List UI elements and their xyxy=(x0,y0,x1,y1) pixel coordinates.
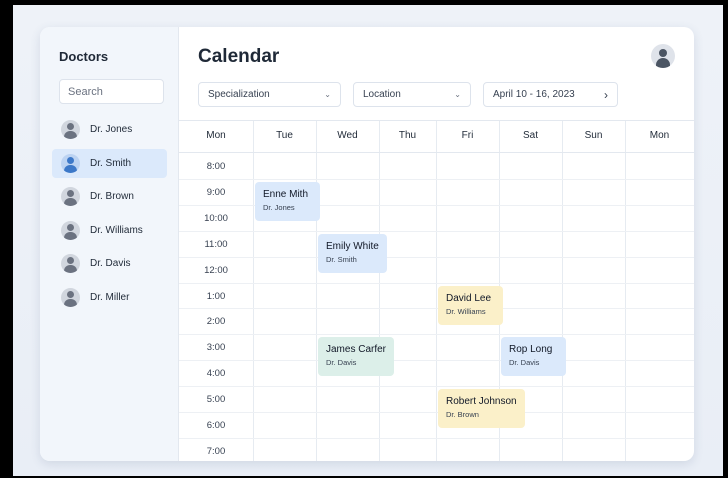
day-header: Sun xyxy=(584,130,603,141)
location-select-label: Location xyxy=(363,89,401,100)
doctor-item[interactable]: Dr. Jones xyxy=(52,115,167,144)
grid-row-line xyxy=(179,386,694,388)
time-label: 5:00 xyxy=(206,394,226,406)
grid-column-line xyxy=(316,120,317,461)
appointment-patient: Rop Long xyxy=(509,344,553,356)
grid-row-line xyxy=(179,256,694,258)
doctor-avatar-icon xyxy=(61,287,80,307)
time-label: 2:00 xyxy=(206,316,226,328)
appointment-patient: David Lee xyxy=(446,292,492,304)
doctor-item[interactable]: Dr. Davis xyxy=(52,249,167,278)
doctor-name: Dr. Miller xyxy=(90,291,130,303)
appointment-card[interactable]: Emily White Dr. Smith xyxy=(318,233,387,273)
location-select[interactable]: Location ⌄ xyxy=(353,82,471,107)
day-header: Thu xyxy=(398,130,417,141)
appointment-patient: James Carfer xyxy=(326,344,387,356)
doctors-sidebar: Doctors Dr. Jones Dr. Smith Dr. Brown Dr. W… xyxy=(40,27,179,461)
chevron-right-icon[interactable]: › xyxy=(604,88,608,102)
appointment-doctor: Dr. Jones xyxy=(263,202,295,212)
doctor-name: Dr. Smith xyxy=(90,157,132,169)
appointment-card[interactable]: Robert Johnson Dr. Brown xyxy=(438,389,525,429)
time-label: 3:00 xyxy=(206,342,226,354)
day-header: Wed xyxy=(337,130,358,141)
date-range-label: April 10 - 16, 2023 xyxy=(493,89,575,100)
doctor-name: Dr. Jones xyxy=(90,124,133,135)
time-label: 11:00 xyxy=(204,238,228,250)
search-input[interactable] xyxy=(59,79,164,104)
time-label: 4:00 xyxy=(206,368,226,380)
doctor-name: Dr. Brown xyxy=(90,191,134,202)
date-range-picker[interactable]: April 10 - 16, 2023 › xyxy=(483,82,618,107)
page-title: Calendar xyxy=(198,46,280,67)
appointment-doctor: Dr. Davis xyxy=(509,358,540,368)
day-header: Mon xyxy=(206,130,226,141)
specialization-select[interactable]: Specialization ⌄ xyxy=(198,82,341,107)
day-header: Fri xyxy=(461,130,474,141)
day-header: Sat xyxy=(522,130,538,141)
doctor-item[interactable]: Dr. Williams xyxy=(52,216,167,245)
time-label: 6:00 xyxy=(206,420,226,431)
grid-row-line xyxy=(179,437,694,439)
day-header: Mon xyxy=(649,130,670,141)
grid-row-line xyxy=(179,178,694,180)
user-avatar-icon[interactable] xyxy=(651,44,675,68)
grid-column-line xyxy=(379,120,380,461)
grid-row-line xyxy=(179,334,694,336)
calendar-grid: Mon Tue Wed Thu Fri Sat Sun Mon 8:00 9:00 10:00 11:… xyxy=(179,120,694,461)
doctor-item[interactable]: Dr. Brown xyxy=(52,182,167,211)
appointment-patient: Emily White xyxy=(326,240,379,252)
appointment-patient: Enne Mith xyxy=(263,188,309,200)
grid-header-line xyxy=(179,152,694,153)
appointment-card[interactable]: David Lee Dr. Williams xyxy=(438,285,503,325)
time-label: 8:00 xyxy=(206,161,226,172)
sidebar-title: Doctors xyxy=(59,49,109,64)
doctor-avatar-icon xyxy=(61,187,80,206)
grid-column-line xyxy=(562,120,563,461)
chevron-down-icon: ⌄ xyxy=(324,90,331,99)
doctor-avatar-icon xyxy=(61,254,80,273)
doctor-item[interactable]: Dr. Miller xyxy=(52,283,167,312)
doctor-name: Dr. Davis xyxy=(90,258,131,269)
appointment-card[interactable]: Enne Mith Dr. Jones xyxy=(255,181,320,221)
doctor-avatar-icon xyxy=(61,153,80,173)
grid-row-line xyxy=(179,360,694,362)
time-label: 1:00 xyxy=(206,290,226,302)
doctor-avatar-icon xyxy=(61,220,80,240)
grid-column-line xyxy=(436,120,437,461)
time-label: 7:00 xyxy=(206,445,226,457)
appointment-card[interactable]: James Carfer Dr. Davis xyxy=(318,337,395,377)
appointment-card[interactable]: Rop Long Dr. Davis xyxy=(501,337,566,377)
grid-row-line xyxy=(179,308,694,310)
doctor-list: Dr. Jones Dr. Smith Dr. Brown Dr. Williams D… xyxy=(52,115,167,316)
appointment-doctor: Dr. Williams xyxy=(446,306,486,316)
grid-top-line xyxy=(179,120,694,121)
specialization-select-label: Specialization xyxy=(208,89,270,100)
grid-row-line xyxy=(179,282,694,284)
doctor-item[interactable]: Dr. Smith xyxy=(52,148,167,178)
day-header: Tue xyxy=(276,130,293,141)
chevron-down-icon: ⌄ xyxy=(454,90,461,99)
doctor-avatar-icon xyxy=(61,120,80,139)
doctor-name: Dr. Williams xyxy=(90,224,143,236)
appointment-doctor: Dr. Davis xyxy=(326,358,357,368)
time-label: 9:00 xyxy=(206,186,226,198)
time-label: 10:00 xyxy=(204,212,228,224)
app-window: Doctors Dr. Jones Dr. Smith Dr. Brown Dr. W… xyxy=(40,27,694,461)
appointment-patient: Robert Johnson xyxy=(446,396,517,408)
grid-column-line xyxy=(253,120,254,461)
time-label: 12:00 xyxy=(204,264,228,276)
grid-row-line xyxy=(179,412,694,413)
appointment-doctor: Dr. Smith xyxy=(326,254,357,264)
grid-column-line xyxy=(625,120,626,461)
appointment-doctor: Dr. Brown xyxy=(446,410,479,420)
grid-row-line xyxy=(179,230,694,232)
